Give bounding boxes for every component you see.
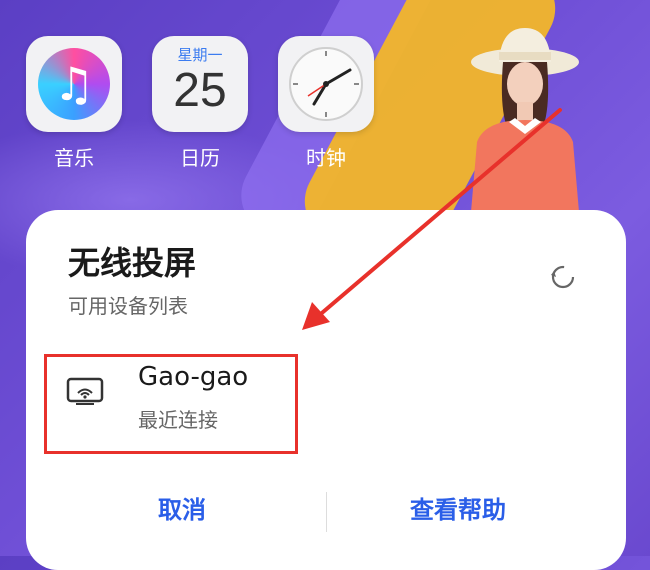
highlight-box — [44, 354, 298, 454]
app-label-calendar: 日历 — [180, 146, 220, 170]
app-clock[interactable]: 时钟 — [278, 36, 374, 171]
calendar-weekday: 星期一 — [177, 46, 223, 64]
app-label-music: 音乐 — [54, 146, 94, 170]
refresh-icon[interactable] — [548, 262, 578, 292]
app-label-clock: 时钟 — [306, 146, 346, 170]
dialog-subtitle: 可用设备列表 — [68, 294, 188, 318]
calendar-day: 25 — [173, 64, 227, 117]
music-app-icon: ♫ — [26, 36, 122, 132]
help-button[interactable]: 查看帮助 — [410, 490, 506, 525]
person-photo — [471, 28, 579, 212]
app-music[interactable]: ♫ 音乐 — [26, 36, 122, 171]
cancel-button[interactable]: 取消 — [158, 490, 206, 525]
clock-app-icon — [278, 36, 374, 132]
app-calendar[interactable]: 星期一 25 日历 — [152, 36, 248, 171]
calendar-app-icon: 星期一 25 — [152, 36, 248, 132]
button-divider — [326, 492, 327, 532]
dialog-title: 无线投屏 — [68, 244, 197, 282]
